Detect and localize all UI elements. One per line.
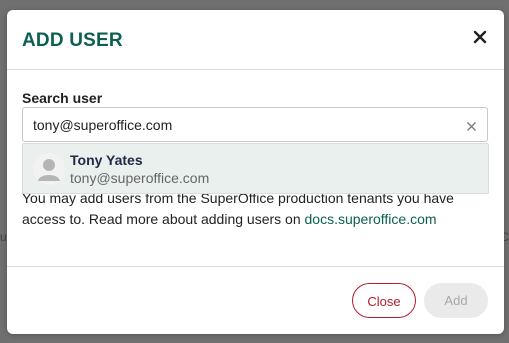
info-text: You may add users from the SuperOffice p…	[22, 188, 492, 230]
avatar-icon	[33, 153, 65, 185]
add-button[interactable]: Add	[424, 283, 488, 318]
close-button[interactable]: Close	[352, 283, 416, 318]
add-user-dialog: ADD USER Search user Tony Yates tony@sup…	[7, 10, 504, 334]
search-user-input[interactable]	[33, 108, 453, 141]
user-suggestion-item[interactable]: Tony Yates tony@superoffice.com	[22, 143, 489, 194]
close-dialog-button[interactable]	[472, 29, 488, 45]
suggestion-user-email: tony@superoffice.com	[70, 170, 210, 186]
docs-link[interactable]: docs.superoffice.com	[305, 211, 437, 227]
dialog-header: ADD USER	[7, 10, 504, 70]
clear-search-icon[interactable]	[466, 119, 477, 131]
suggestion-user-name: Tony Yates	[70, 152, 143, 168]
search-user-label: Search user	[22, 90, 103, 106]
close-icon	[473, 30, 487, 44]
footer-divider	[7, 266, 504, 267]
search-user-field[interactable]	[22, 107, 488, 142]
dialog-title: ADD USER	[22, 30, 123, 51]
